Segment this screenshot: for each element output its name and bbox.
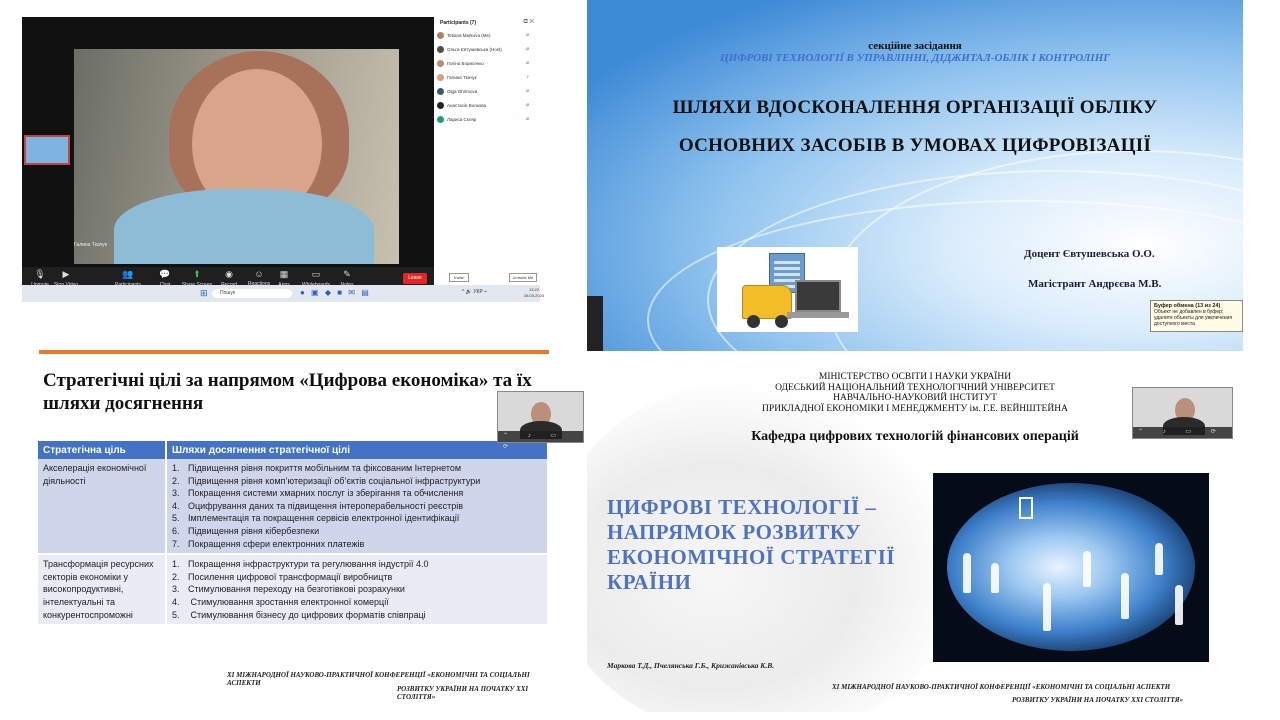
chat-icon: 💬 bbox=[159, 269, 171, 279]
mic-muted-icon: ⌀ bbox=[525, 46, 529, 52]
participant-row[interactable]: Галина Ткачук ♪ bbox=[437, 72, 537, 84]
list-item: 2. Підвищення рівня комп’ютеризації об’єк… bbox=[172, 475, 481, 486]
avatar bbox=[437, 88, 444, 95]
video-area: Галина Ткачук bbox=[22, 17, 434, 267]
popout-icon[interactable]: ⧉ bbox=[523, 19, 527, 25]
share-screen-icon: ⬆ bbox=[193, 269, 201, 279]
list-item: 2. Посилення цифрової трансформації вироб… bbox=[172, 571, 393, 582]
column-header: Шляхи досягнення стратегічної цілі bbox=[166, 441, 549, 459]
participant-row[interactable]: Лариса Скляр ⌀ bbox=[437, 114, 537, 126]
authors-line: Маркова Т.Д., Пчелянська Г.Б., Крижанівс… bbox=[607, 661, 775, 670]
mic-muted-icon: ⌀ bbox=[525, 88, 529, 94]
avatar bbox=[437, 74, 444, 81]
avatar bbox=[437, 116, 444, 123]
speaker-camera-thumbnail[interactable]: ⌃ ♪ ▭ ⟳ bbox=[1132, 387, 1233, 439]
participant-row[interactable]: Анастасія Волкова ⌀ bbox=[437, 100, 537, 112]
slide-title-line2: ОСНОВНИХ ЗАСОБІВ В УМОВАХ ЦИФРОВІЗАЦІЇ bbox=[678, 135, 1152, 156]
author-name: Магістрант Андрєєва М.В. bbox=[1028, 278, 1162, 290]
notes-icon: ✎ bbox=[343, 269, 351, 279]
table-row: Акселерація економічної діяльності 1. Під… bbox=[38, 459, 549, 556]
slide-accounting-title: секційне засідання ЦИФРОВІ ТЕХНОЛОГІЇ В … bbox=[587, 0, 1243, 351]
slide-strategy-table: Стратегічні цілі за напрямом «Цифрова ек… bbox=[22, 347, 557, 712]
zoom-meeting-window: Галина Ткачук 🎙Unmute ▶Stop Video 👥Parti… bbox=[22, 17, 544, 302]
conference-footer: РОЗВИТКУ УКРАЇНИ НА ПОЧАТКУ ХХІ СТОЛІТТЯ… bbox=[1012, 696, 1184, 704]
speaker-camera-thumbnail[interactable]: ⌃ ♪ ▭ ⟳ bbox=[497, 391, 584, 450]
ways-cell: 1. Підвищення рівня покриття мобільним та… bbox=[166, 459, 549, 556]
language-indicator[interactable]: УКР bbox=[473, 289, 482, 295]
list-item: 3. Покращення системи хмарних послуг із з… bbox=[172, 488, 464, 499]
windows-start-icon[interactable]: ⊞ bbox=[200, 288, 208, 299]
camera-controls[interactable]: ⌃ ♪ ▭ ⟳ bbox=[1133, 427, 1232, 438]
goal-cell: Трансформація ресурсних секторів економі… bbox=[38, 554, 167, 627]
video-icon: ▶ bbox=[62, 269, 70, 279]
list-item: 4. Стимулювання зростання електронної ко… bbox=[172, 596, 389, 607]
taskbar-clock[interactable]: 13:22 28.03.2023 bbox=[524, 287, 544, 299]
mic-icon: ♪ bbox=[526, 74, 530, 80]
conference-footer: РОЗВИТКУ УКРАЇНИ НА ПОЧАТКУ ХХІ СТОЛІТТЯ… bbox=[397, 685, 529, 701]
list-item: 3. Стимулювання переходу на безготівкові … bbox=[172, 584, 405, 595]
mic-muted-icon: ⌀ bbox=[525, 102, 529, 108]
mic-muted-icon: ⌀ bbox=[525, 60, 529, 66]
list-item: 4. Оцифрування даних та підвищення інтеро… bbox=[172, 500, 464, 511]
table-row: Трансформація ресурсних секторів економі… bbox=[38, 554, 549, 627]
speaker-name-label: Галина Ткачук bbox=[74, 242, 107, 248]
list-item: 7. Покращення сфери електронних платежів bbox=[172, 538, 365, 549]
unmute-me-button[interactable]: Unmute Me bbox=[509, 273, 537, 282]
conference-footer: XI МІЖНАРОДНОЇ НАУКОВО-ПРАКТИЧНОЇ КОНФЕР… bbox=[832, 683, 1171, 691]
session-title: ЦИФРОВІ ТЕХНОЛОГІЇ В УПРАВЛІННІ, ДІДЖИТА… bbox=[720, 52, 1110, 64]
participant-row[interactable]: Ольга Євтушевська (Host) ⌀ bbox=[437, 44, 537, 56]
mic-muted-icon: ⌀ bbox=[525, 32, 529, 38]
list-item: 5. Стимулювання бізнесу до цифрових форм… bbox=[172, 609, 426, 620]
clipboard-tooltip[interactable]: Буфер обмена (13 из 24) Объект не добавл… bbox=[1150, 300, 1243, 332]
participant-row[interactable]: Галіна Борисенко ⌀ bbox=[437, 58, 537, 70]
truck-laptop-clipart bbox=[717, 247, 858, 332]
list-item: 1. Підвищення рівня покриття мобільним та… bbox=[172, 463, 462, 473]
participants-icon: 👥 bbox=[122, 269, 134, 279]
avatar bbox=[437, 102, 444, 109]
participants-panel: Participants (7) ⧉ ✕ Tetiana Markova (Me… bbox=[434, 17, 540, 285]
slide-title: ЦИФРОВІ ТЕХНОЛОГІЇ – НАПРЯМОК РОЗВИТКУ Е… bbox=[607, 495, 896, 594]
leave-button[interactable]: Leave bbox=[403, 273, 427, 284]
strategy-table: Стратегічна ціль Шляхи досягнення страте… bbox=[38, 441, 549, 627]
participant-row[interactable]: Olga Ohrimova ⌀ bbox=[437, 86, 537, 98]
avatar bbox=[437, 46, 444, 53]
accent-bar bbox=[39, 350, 549, 354]
participant-row[interactable]: Tetiana Markova (Me) ⌀ bbox=[437, 30, 537, 42]
shared-thumbnail[interactable] bbox=[24, 135, 70, 165]
tray-area[interactable]: ^ 🔊 УКР ⌁ bbox=[462, 289, 487, 295]
apps-icon: ▦ bbox=[279, 269, 289, 279]
digital-people-image bbox=[933, 473, 1209, 662]
goal-cell: Акселерація економічної діяльності bbox=[38, 459, 167, 556]
session-label: секційне засідання bbox=[868, 40, 962, 52]
avatar bbox=[437, 60, 444, 67]
avatar bbox=[437, 32, 444, 39]
windows-taskbar: ⊞ Пошук ● ▣ ◆ ■ ✉ ▤ ^ 🔊 УКР ⌁ 13:22 28.03… bbox=[22, 285, 544, 302]
slide-title-line1: ШЛЯХИ ВДОСКОНАЛЕННЯ ОРГАНІЗАЦІЇ ОБЛІКУ bbox=[672, 97, 1158, 118]
list-item: 6. Підвищення рівня кібербезпеки bbox=[172, 525, 320, 536]
taskbar-search-input[interactable]: Пошук bbox=[212, 289, 292, 298]
ways-cell: 1. Покращення інфраструктури та регулюван… bbox=[166, 554, 549, 627]
column-header: Стратегічна ціль bbox=[38, 441, 167, 459]
close-icon[interactable]: ✕ bbox=[529, 19, 534, 25]
invite-button[interactable]: Invite bbox=[449, 273, 469, 282]
laptop-icon bbox=[795, 280, 841, 312]
truck-icon bbox=[742, 285, 792, 319]
camera-controls[interactable]: ⌃ ♪ ▭ ⟳ bbox=[498, 431, 583, 450]
author-name: Доцент Євтушевська О.О. bbox=[1024, 248, 1155, 260]
mic-muted-icon: ⌀ bbox=[525, 116, 529, 122]
slide-title: Стратегічні цілі за напрямом «Цифрова ек… bbox=[43, 370, 532, 414]
participants-title: Participants (7) bbox=[440, 20, 477, 26]
list-item: 1. Покращення інфраструктури та регулюван… bbox=[172, 559, 429, 570]
list-item: 5. Імплементація та покращення сервісів е… bbox=[172, 513, 460, 524]
speaker-video[interactable] bbox=[74, 49, 399, 264]
taskbar-app-icons[interactable]: ● ▣ ◆ ■ ✉ ▤ bbox=[300, 288, 371, 297]
table-header-row: Стратегічна ціль Шляхи досягнення страте… bbox=[38, 441, 549, 459]
